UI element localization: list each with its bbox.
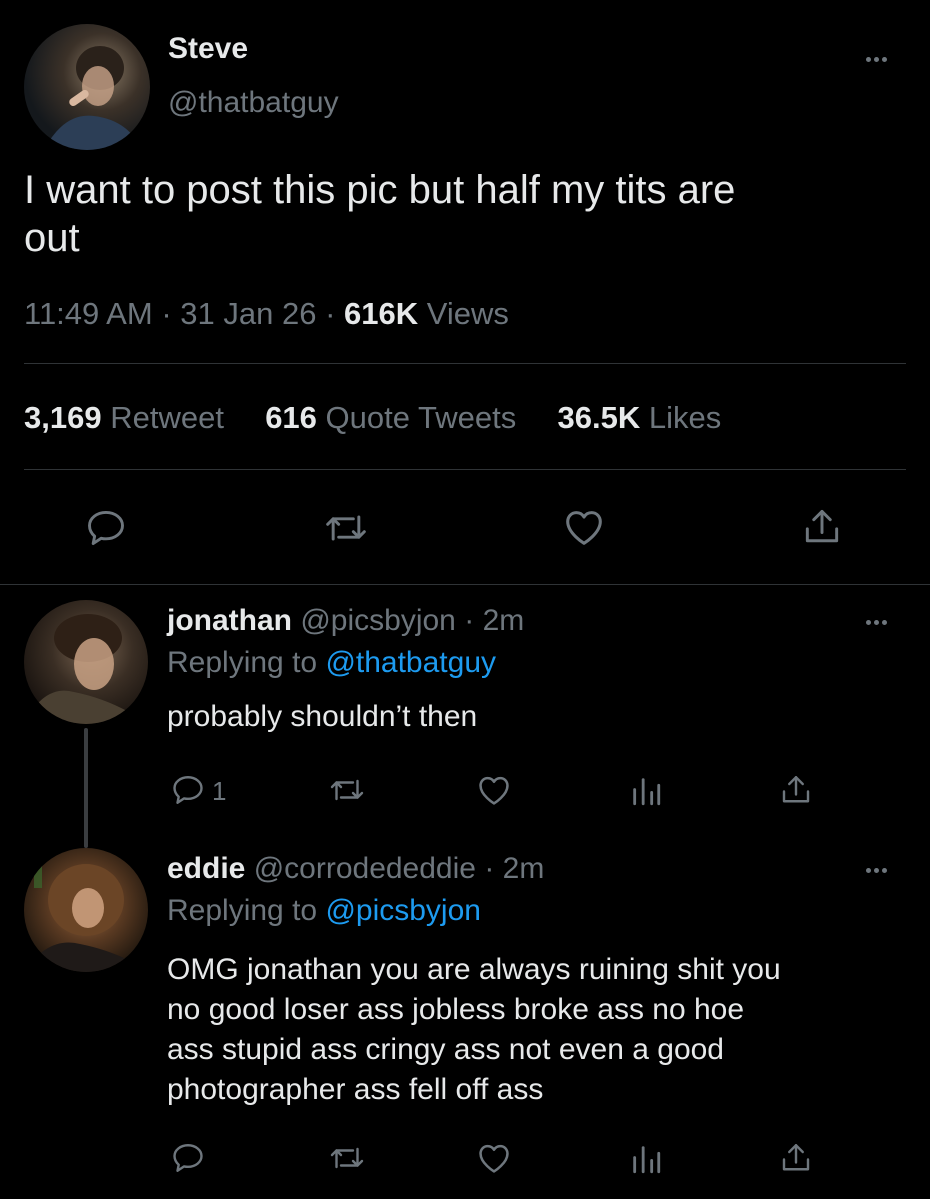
quotes-count: 616 xyxy=(265,400,317,435)
reply-display-name[interactable]: jonathan xyxy=(167,604,292,637)
retweet-icon[interactable] xyxy=(326,1140,368,1176)
reply-handle[interactable]: @picsbyjon xyxy=(300,604,456,637)
meta-separator: · xyxy=(325,296,336,331)
reply-icon[interactable] xyxy=(84,506,128,550)
likes-count: 36.5K xyxy=(557,400,641,435)
likes-label: Likes xyxy=(648,400,722,435)
tweet-time[interactable]: 11:49 AM xyxy=(24,296,153,331)
reply-separator: · xyxy=(464,604,475,637)
share-icon[interactable] xyxy=(778,1140,814,1176)
share-icon[interactable] xyxy=(800,504,844,550)
quotes-label: Quote Tweets xyxy=(325,400,517,435)
more-icon[interactable] xyxy=(866,868,887,873)
reply-time[interactable]: 2m xyxy=(483,604,525,637)
reply-header: jonathan @picsbyjon · 2m xyxy=(167,604,524,638)
replying-to-link[interactable]: @thatbatguy xyxy=(325,646,496,679)
reply-text: probably shouldn’t then xyxy=(167,700,478,733)
retweets-stat[interactable]: 3,169 Retweet xyxy=(24,400,233,435)
tweet-date[interactable]: 31 Jan 26 xyxy=(180,296,316,331)
thread-line xyxy=(84,728,88,848)
meta-separator: · xyxy=(161,296,172,331)
divider xyxy=(24,363,906,364)
reply-icon[interactable] xyxy=(170,772,206,808)
analytics-icon[interactable] xyxy=(628,774,664,808)
reply-handle[interactable]: @corrodededdie xyxy=(254,852,476,885)
retweet-icon[interactable] xyxy=(320,506,372,550)
tweet-meta: 11:49 AM · 31 Jan 26 · 616K Views xyxy=(24,296,509,332)
avatar[interactable] xyxy=(24,600,148,724)
reply-header: eddie @corrodededdie · 2m xyxy=(167,852,544,886)
replying-to-label: Replying to xyxy=(167,894,318,927)
retweet-icon[interactable] xyxy=(326,772,368,808)
views-label: Views xyxy=(426,296,509,331)
replying-to: Replying to @thatbatguy xyxy=(167,646,496,680)
analytics-icon[interactable] xyxy=(628,1142,664,1176)
like-icon[interactable] xyxy=(474,771,514,809)
likes-stat[interactable]: 36.5K Likes xyxy=(558,400,722,435)
like-icon[interactable] xyxy=(560,504,608,550)
avatar[interactable] xyxy=(24,24,150,150)
tweet-stats: 3,169 Retweet 616 Quote Tweets 36.5K Lik… xyxy=(24,400,721,436)
avatar[interactable] xyxy=(24,848,148,972)
display-name[interactable]: Steve xyxy=(168,32,248,66)
reply-text-line: ass stupid ass cringy ass not even a goo… xyxy=(167,1033,724,1066)
retweets-label: Retweet xyxy=(110,400,224,435)
retweets-count: 3,169 xyxy=(24,400,102,435)
replying-to: Replying to @picsbyjon xyxy=(167,894,481,928)
reply-text-line: photographer ass fell off ass xyxy=(167,1073,544,1106)
reply-time[interactable]: 2m xyxy=(503,852,545,885)
more-icon[interactable] xyxy=(866,620,887,625)
share-icon[interactable] xyxy=(778,772,814,808)
tweet-text-line-2: out xyxy=(24,216,80,260)
replying-to-link[interactable]: @picsbyjon xyxy=(325,894,481,927)
tweet-text-line-1: I want to post this pic but half my tits… xyxy=(24,168,736,212)
views-count: 616K xyxy=(344,296,419,331)
like-icon[interactable] xyxy=(474,1139,514,1177)
reply-separator: · xyxy=(484,852,495,885)
quotes-stat[interactable]: 616 Quote Tweets xyxy=(265,400,525,435)
reply-text: OMG jonathan you are always ruining shit… xyxy=(167,950,781,1110)
reply-icon[interactable] xyxy=(170,1140,206,1176)
replying-to-label: Replying to xyxy=(167,646,318,679)
divider xyxy=(0,584,930,585)
reply-text-line: no good loser ass jobless broke ass no h… xyxy=(167,993,745,1026)
handle[interactable]: @thatbatguy xyxy=(168,86,339,120)
reply-text-line: OMG jonathan you are always ruining shit… xyxy=(167,953,781,986)
reply-display-name[interactable]: eddie xyxy=(167,852,245,885)
divider xyxy=(24,469,906,470)
more-icon[interactable] xyxy=(866,57,887,62)
reply-count: 1 xyxy=(212,776,227,806)
